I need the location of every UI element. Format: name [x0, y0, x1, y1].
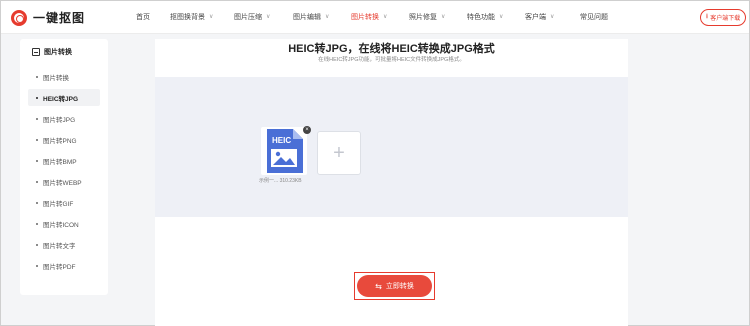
nav-item-faq[interactable]: 常见问题 — [580, 1, 620, 34]
bullet-icon — [36, 159, 38, 162]
sidebar-item-to-icon[interactable]: 图片转ICON — [28, 215, 100, 232]
page-subtitle: 在线HEIC转JPG功能，可批量将HEIC文件转换成JPG格式。 — [318, 57, 465, 63]
plus-icon: + — [333, 141, 345, 164]
convert-button-highlight: ⇆ 立即转换 — [354, 272, 435, 300]
sidebar-item-label: 图片转PDF — [43, 263, 76, 271]
main-panel: HEIC转JPG，在线将HEIC转换成JPG格式 在线HEIC转JPG功能，可批… — [155, 39, 628, 326]
chevron-down-icon: ∨ — [266, 14, 271, 20]
remove-file-button[interactable]: × — [303, 126, 311, 134]
heic-badge-text: HEIC — [272, 136, 291, 145]
bullet-icon — [36, 264, 38, 267]
client-download-label: 客户端下载 — [710, 16, 741, 22]
sidebar-item-to-gif[interactable]: 图片转GIF — [28, 194, 100, 211]
nav-item-edit[interactable]: 图片编辑 ∨ — [293, 1, 351, 34]
sidebar-item-to-text[interactable]: 图片转文字 — [28, 236, 100, 253]
nav-item-features[interactable]: 特色功能 ∨ — [467, 1, 525, 34]
sidebar-item-label: 图片转文字 — [43, 242, 76, 250]
nav-label: 图片编辑 — [293, 14, 321, 21]
bullet-icon — [36, 96, 38, 99]
convert-category-icon — [32, 48, 40, 56]
sidebar-title-text: 图片转换 — [44, 49, 72, 56]
file-size: 310.23KB — [279, 178, 302, 184]
logo-text: 一键抠图 — [33, 11, 86, 25]
convert-now-button[interactable]: ⇆ 立即转换 — [357, 275, 432, 297]
download-icon: ⭳ — [705, 13, 709, 20]
sidebar-item-image-convert[interactable]: 图片转换 — [28, 68, 100, 85]
nav-item-home[interactable]: 首页 — [136, 1, 170, 34]
sidebar-item-label: 图片转JPG — [43, 116, 76, 124]
chevron-down-icon: ∨ — [325, 14, 330, 20]
sidebar-item-to-webp[interactable]: 图片转WEBP — [28, 173, 100, 190]
nav-label: 抠图换背景 — [170, 14, 205, 21]
sidebar: 图片转换 图片转换 HEIC转JPG 图片转JPG 图片转PNG 图片转BMP … — [20, 39, 108, 295]
sidebar-item-label: 图片转PNG — [43, 137, 77, 145]
nav-label: 客户端 — [525, 14, 546, 21]
main-nav: 首页 抠图换背景 ∨ 图片压缩 ∨ 图片编辑 ∨ 图片转换 ∨ 照片修复 ∨ 特色功能 ∨ … — [136, 1, 620, 34]
bullet-icon — [36, 201, 38, 204]
sidebar-title: 图片转换 — [32, 47, 72, 57]
nav-item-restore[interactable]: 照片修复 ∨ — [409, 1, 467, 34]
chevron-down-icon: ∨ — [550, 14, 555, 20]
sidebar-item-label: 图片转换 — [43, 74, 69, 82]
logo[interactable]: 一键抠图 — [11, 9, 85, 26]
chevron-down-icon: ∨ — [441, 14, 446, 20]
sidebar-item-heic-to-jpg[interactable]: HEIC转JPG — [28, 89, 100, 106]
bullet-icon — [36, 138, 38, 141]
file-info: 示例一... 310.23KB — [259, 177, 319, 184]
close-icon: × — [305, 127, 309, 133]
page-title: HEIC转JPG，在线将HEIC转换成JPG格式 — [288, 43, 495, 55]
sidebar-item-label: 图片转WEBP — [43, 179, 82, 187]
top-header: 一键抠图 首页 抠图换背景 ∨ 图片压缩 ∨ 图片编辑 ∨ 图片转换 ∨ 照片修复 ∨ 特… — [1, 1, 749, 34]
sidebar-item-label: 图片转GIF — [43, 200, 74, 208]
sidebar-item-to-pdf[interactable]: 图片转PDF — [28, 257, 100, 274]
nav-label: 常见问题 — [580, 14, 608, 21]
nav-label: 图片转换 — [351, 14, 379, 21]
sidebar-item-label: 图片转ICON — [43, 221, 79, 229]
bullet-icon — [36, 117, 38, 120]
bullet-icon — [36, 75, 38, 78]
sidebar-item-label: 图片转BMP — [43, 158, 77, 166]
nav-label: 图片压缩 — [234, 14, 262, 21]
client-download-button[interactable]: ⭳ 客户端下载 — [700, 9, 746, 26]
nav-item-convert[interactable]: 图片转换 ∨ — [351, 1, 409, 34]
nav-label: 特色功能 — [467, 14, 495, 21]
nav-label: 首页 — [136, 14, 150, 21]
logo-icon — [11, 9, 27, 26]
bullet-icon — [36, 180, 38, 183]
convert-now-label: 立即转换 — [385, 283, 414, 290]
sidebar-item-to-png[interactable]: 图片转PNG — [28, 131, 100, 148]
chevron-down-icon: ∨ — [499, 14, 504, 20]
uploaded-file-card[interactable]: HEIC — [261, 127, 307, 175]
convert-icon: ⇆ — [375, 281, 382, 291]
sidebar-item-label: HEIC转JPG — [43, 95, 79, 103]
heic-file-icon: HEIC — [267, 129, 303, 173]
bullet-icon — [36, 243, 38, 246]
add-file-button[interactable]: + — [317, 131, 361, 175]
sidebar-item-to-bmp[interactable]: 图片转BMP — [28, 152, 100, 169]
chevron-down-icon: ∨ — [209, 14, 214, 20]
upload-drop-zone[interactable]: HEIC × 示例一... 310.23KB + — [155, 77, 628, 217]
nav-label: 照片修复 — [409, 14, 437, 21]
chevron-down-icon: ∨ — [383, 14, 388, 20]
nav-item-cutout[interactable]: 抠图换背景 ∨ — [170, 1, 234, 34]
file-name: 示例一... — [259, 178, 279, 184]
nav-item-client[interactable]: 客户端 ∨ — [525, 1, 580, 34]
bullet-icon — [36, 222, 38, 225]
sidebar-item-to-jpg[interactable]: 图片转JPG — [28, 110, 100, 127]
nav-item-compress[interactable]: 图片压缩 ∨ — [234, 1, 293, 34]
